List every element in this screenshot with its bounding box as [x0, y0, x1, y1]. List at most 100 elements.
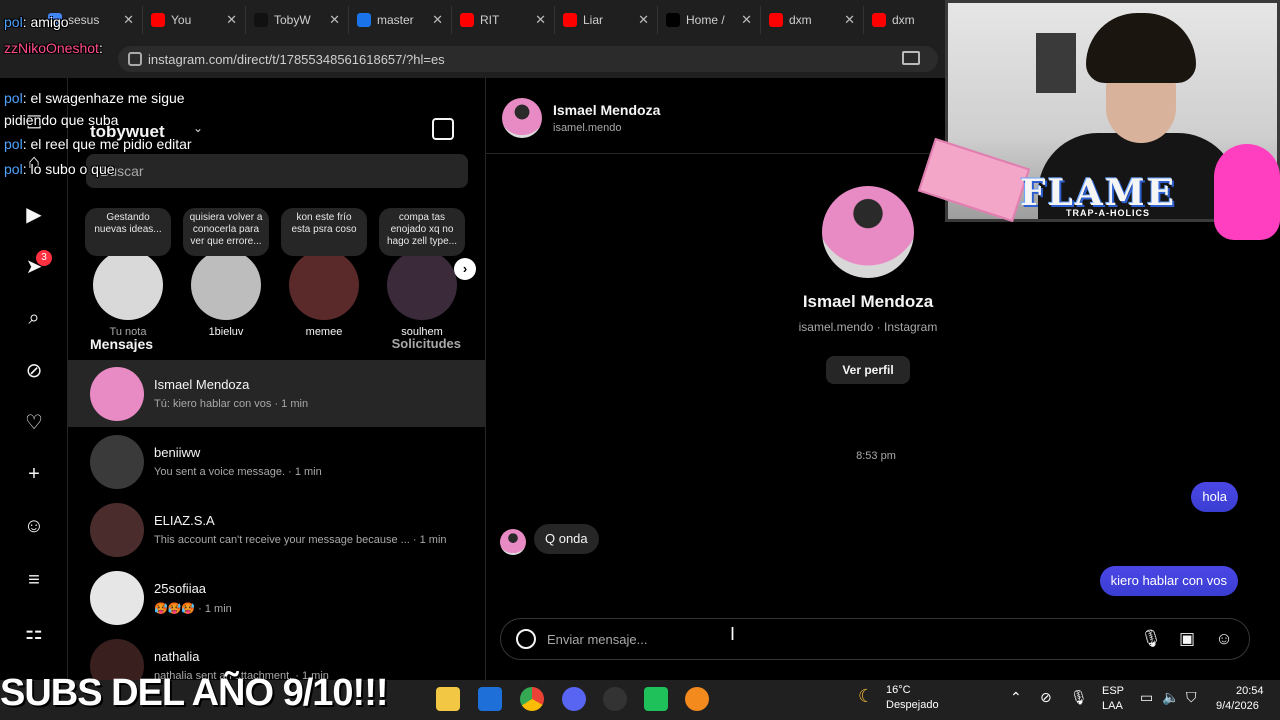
browser-tab[interactable]: You ✕	[143, 6, 246, 34]
conversation-list-panel: tobywuet ⌄ Buscar Gestando nuevas ideas.…	[68, 78, 486, 680]
home-icon[interactable]: ⌂	[22, 150, 46, 174]
avatar[interactable]	[502, 98, 542, 138]
browser-tab[interactable]: Home / ✕	[658, 6, 761, 34]
instagram-icon[interactable]: ◻	[22, 108, 46, 132]
chevron-up-icon[interactable]: ⌃	[1010, 689, 1022, 706]
tab-close-icon[interactable]: ✕	[432, 12, 443, 28]
tab-close-icon[interactable]: ✕	[741, 12, 752, 28]
note-item[interactable]: quisiera volver a conocerla para ver que…	[180, 208, 272, 338]
conversation-preview: Tú: kiero hablar con vos · 1 min	[154, 398, 309, 410]
microphone-icon[interactable]: 🎙	[1140, 628, 1162, 650]
display-icon[interactable]: ▭	[1140, 689, 1153, 706]
discord-icon[interactable]	[562, 687, 586, 711]
file-explorer-icon[interactable]	[436, 687, 460, 711]
weather-temperature[interactable]: 16°C	[886, 684, 911, 696]
outgoing-message[interactable]: kiero hablar con vos	[1099, 566, 1238, 596]
tab-close-icon[interactable]: ✕	[638, 12, 649, 28]
conversation-row[interactable]: beniiww You sent a voice message. · 1 min	[68, 428, 485, 495]
browser-tab[interactable]: master ✕	[349, 6, 452, 34]
obs-icon[interactable]	[603, 687, 627, 711]
create-icon[interactable]: +	[22, 462, 46, 486]
conversation-row[interactable]: Ismael Mendoza Tú: kiero hablar con vos ·…	[68, 360, 485, 427]
reels-icon[interactable]: ▶	[22, 202, 46, 226]
message-input[interactable]: Enviar mensaje...	[500, 618, 1250, 660]
security-icon[interactable]: ⛉	[1186, 689, 1197, 706]
tab-title: RIT	[480, 13, 500, 27]
tab-close-icon[interactable]: ✕	[329, 12, 340, 28]
capcut-icon[interactable]	[644, 687, 668, 711]
tab-close-icon[interactable]: ✕	[844, 12, 855, 28]
tab-close-icon[interactable]: ✕	[123, 12, 134, 28]
sticker-icon[interactable]: ☺	[1213, 628, 1235, 650]
profile-subtitle: isamel.mendo · Instagram	[798, 320, 938, 334]
tab-title: dxm	[789, 13, 812, 27]
more-apps-icon[interactable]: ⚏	[22, 620, 46, 644]
tab-favicon-icon	[48, 13, 62, 27]
menu-icon[interactable]: ≡	[22, 568, 46, 592]
search-input[interactable]: Buscar	[86, 154, 468, 188]
chat-contact-name[interactable]: Ismael Mendoza	[553, 102, 660, 118]
chrome-icon[interactable]	[520, 687, 544, 711]
message-input-placeholder: Enviar mensaje...	[547, 631, 648, 647]
browser-tab[interactable]: Liar ✕	[555, 6, 658, 34]
tab-close-icon[interactable]: ✕	[226, 12, 237, 28]
browser-tab[interactable]: sesus ✕	[40, 6, 143, 34]
conversation-preview: You sent a voice message. · 1 min	[154, 466, 322, 478]
conversation-row[interactable]: ELIAZ.S.A This account can't receive your…	[68, 496, 485, 563]
new-message-icon[interactable]	[432, 118, 454, 140]
volume-icon[interactable]: 🔈	[1162, 689, 1179, 706]
avatar	[387, 250, 457, 320]
browser-tab[interactable]: dxm ✕	[761, 6, 864, 34]
store-icon[interactable]	[478, 687, 502, 711]
network-off-icon[interactable]: ⊘	[1040, 689, 1052, 706]
note-item[interactable]: Gestando nuevas ideas... Tu nota	[82, 208, 174, 338]
chevron-right-icon[interactable]: ›	[454, 258, 476, 280]
search-icon[interactable]: ⌕	[22, 306, 46, 330]
tab-title: master	[377, 13, 414, 27]
profile-icon[interactable]: ☺	[22, 514, 46, 538]
note-username: 1bieluv	[208, 326, 244, 338]
site-info-icon[interactable]	[128, 52, 142, 66]
tab-favicon-icon	[872, 13, 886, 27]
input-layout[interactable]: LAA	[1102, 700, 1123, 712]
clock-date[interactable]: 9/4/2026	[1216, 700, 1259, 712]
address-bar[interactable]: instagram.com/direct/t/17855348561618657…	[118, 46, 938, 72]
conversation-text: ELIAZ.S.A This account can't receive your…	[154, 513, 447, 546]
account-switcher[interactable]: tobywuet	[90, 122, 165, 142]
search-placeholder: Buscar	[100, 163, 144, 179]
profile-avatar[interactable]	[822, 186, 914, 278]
browser-tab[interactable]: RIT ✕	[452, 6, 555, 34]
tab-title: Home /	[686, 13, 725, 27]
explore-icon[interactable]: ⊘	[22, 358, 46, 382]
image-icon[interactable]: ▣	[1176, 628, 1198, 650]
outgoing-message[interactable]: hola	[1191, 482, 1238, 512]
tab-title: Liar	[583, 13, 604, 27]
avatar	[93, 250, 163, 320]
url-text[interactable]: instagram.com/direct/t/17855348561618657…	[148, 52, 445, 67]
clock-time[interactable]: 20:54	[1236, 685, 1264, 697]
tab-favicon-icon	[357, 13, 371, 27]
browser-tab[interactable]: TobyW ✕	[246, 6, 349, 34]
weather-condition[interactable]: Despejado	[886, 699, 939, 711]
notifications-icon[interactable]: ♡	[22, 410, 46, 434]
avatar	[90, 366, 144, 421]
install-app-icon[interactable]	[902, 51, 920, 65]
microphone-icon[interactable]: 🎙	[1070, 689, 1088, 706]
requests-link[interactable]: Solicitudes	[392, 336, 461, 351]
fl-studio-icon[interactable]	[685, 687, 709, 711]
tab-title: You	[171, 13, 192, 27]
tab-close-icon[interactable]: ✕	[535, 12, 546, 28]
emoji-icon[interactable]	[516, 629, 536, 649]
conversation-row[interactable]: 25sofiiaa 🥵🥵🥵 · 1 min	[68, 564, 485, 631]
incoming-message[interactable]: Q onda	[534, 524, 599, 554]
conversation-name: beniiww	[154, 445, 201, 460]
input-language[interactable]: ESP	[1102, 685, 1124, 697]
avatar	[90, 502, 144, 557]
messages-heading: Mensajes	[90, 336, 154, 352]
view-profile-button[interactable]: Ver perfil	[826, 356, 910, 384]
message-timestamp: 8:53 pm	[856, 450, 896, 462]
note-item[interactable]: kon este frío esta psra coso memee	[278, 208, 370, 338]
avatar	[500, 529, 526, 555]
chevron-down-icon[interactable]: ⌄	[193, 121, 203, 135]
note-bubble: compa tas enojado xq no hago zell type..…	[379, 208, 465, 256]
